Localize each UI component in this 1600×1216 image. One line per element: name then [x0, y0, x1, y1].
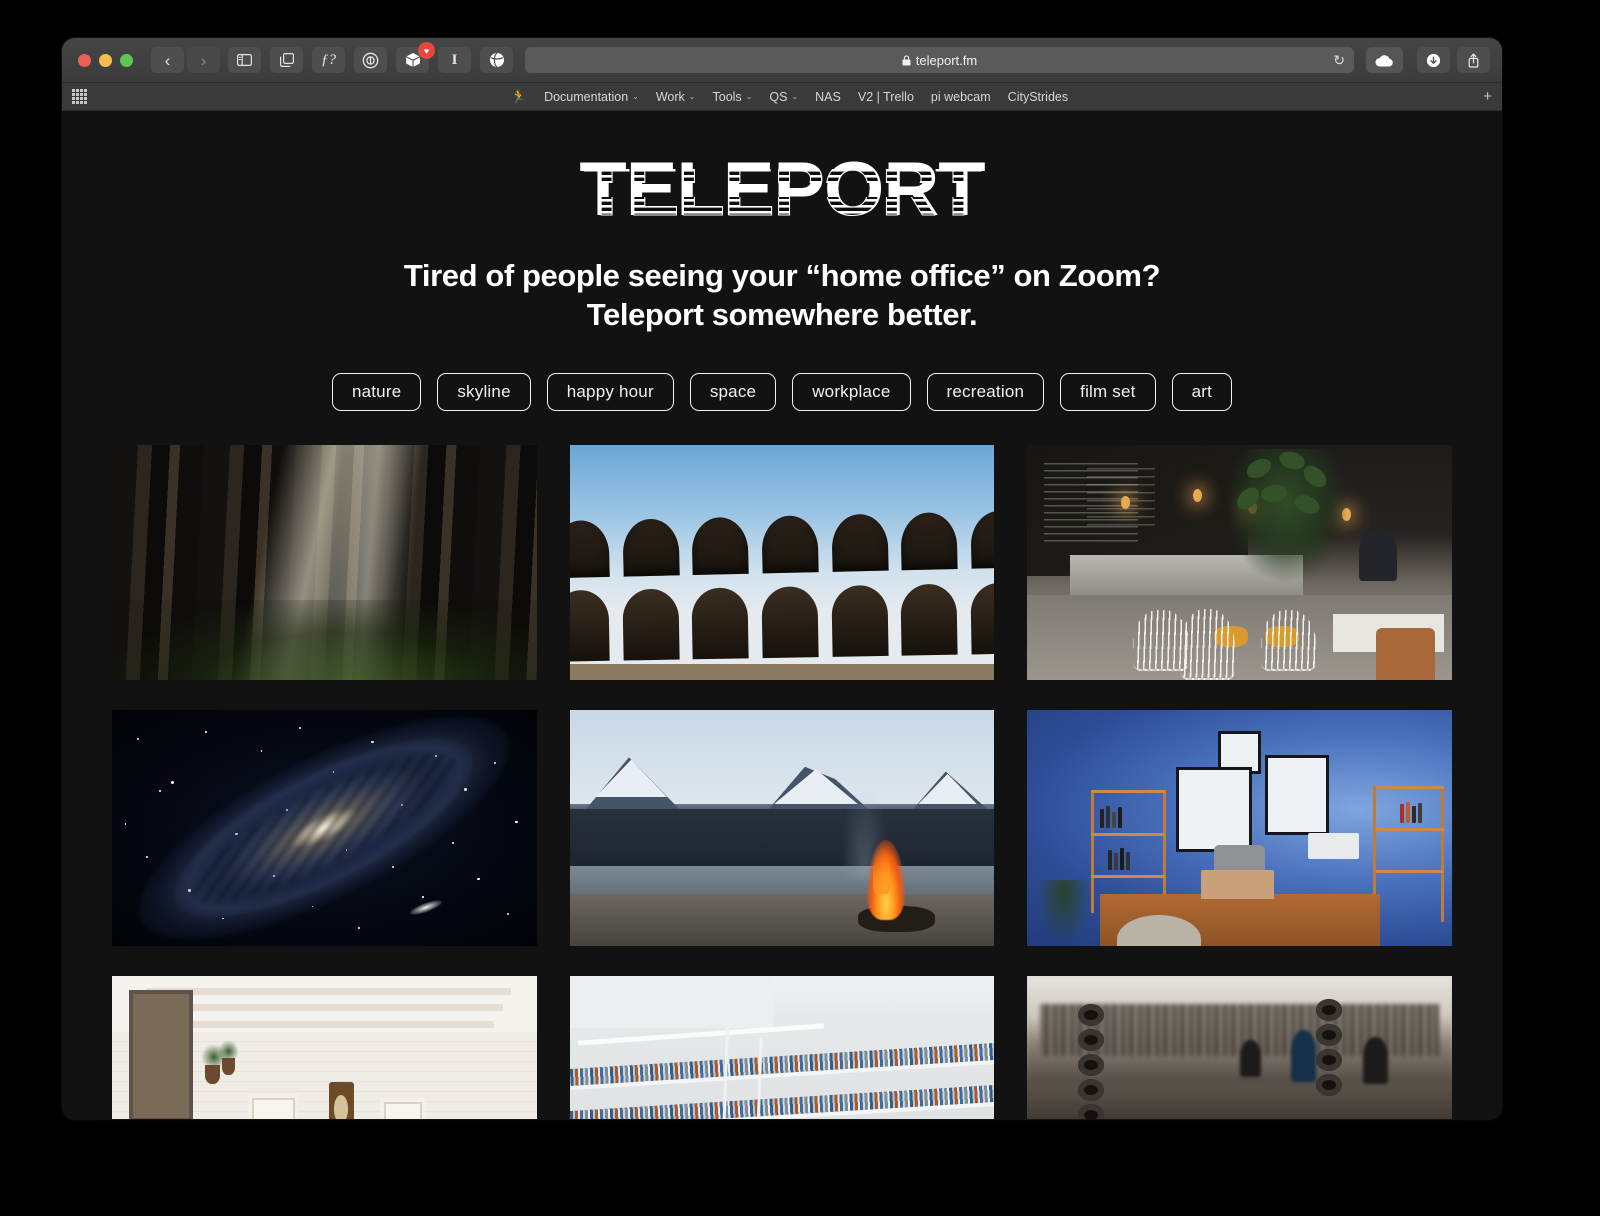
chevron-down-icon: ⌄: [745, 92, 753, 101]
category-filter-bar: nature skyline happy hour space workplac…: [62, 372, 1502, 411]
address-bar[interactable]: teleport.fm ↻: [525, 47, 1354, 73]
background-gallery-grid: CLASSICAL CLASSICAL CLASSICAL CLASSICAL …: [62, 444, 1502, 1119]
gallery-tile-andromeda-galaxy[interactable]: [112, 710, 537, 946]
white-loft-image: [112, 975, 537, 1119]
teleport-page: TELEPORT TELEPORT TELEPORT Tired of peop…: [62, 111, 1502, 1119]
bookmark-label: CityStrides: [1007, 89, 1069, 104]
category-pill-happy-hour[interactable]: happy hour: [546, 372, 674, 411]
notification-badge: ♥: [418, 42, 435, 59]
instapaper-button[interactable]: I: [438, 47, 471, 73]
campfire-image: [569, 710, 995, 946]
download-icon: [1426, 53, 1441, 67]
reload-icon[interactable]: ↻: [1333, 52, 1345, 69]
gallery-tile-coffee-shop-interior[interactable]: [1027, 444, 1452, 681]
new-tab-button[interactable]: +: [1483, 88, 1492, 105]
cloud-icon: [1375, 54, 1393, 66]
library-image: [569, 975, 995, 1119]
redwood-forest-image: [112, 444, 537, 681]
back-button[interactable]: ‹: [151, 47, 184, 73]
reader-globe-button[interactable]: [480, 47, 513, 73]
category-pill-space[interactable]: space: [689, 372, 777, 411]
teleport-wordmark-icon: TELEPORT TELEPORT TELEPORT: [579, 148, 986, 227]
gallery-tile-white-loft-living-room[interactable]: [112, 975, 537, 1119]
font-question-icon: ƒ?: [321, 51, 336, 68]
gallery-tile-blue-home-office[interactable]: [1027, 710, 1452, 946]
maximize-window-button[interactable]: [120, 53, 133, 67]
gallery-tile-colosseum-rome[interactable]: [569, 444, 995, 681]
tagline-line-2: Teleport somewhere better.: [586, 296, 978, 332]
andromeda-galaxy-image: [112, 710, 537, 946]
bookmark-label: Tools: [712, 89, 742, 104]
bookmark-item-work[interactable]: Work ⌄: [656, 90, 696, 104]
gallery-tile-redwood-forest-sunbeams[interactable]: [112, 444, 537, 681]
colosseum-image: [569, 444, 995, 681]
gallery-tile-record-store[interactable]: CLASSICAL CLASSICAL CLASSICAL CLASSICAL …: [1027, 975, 1452, 1119]
bookmark-label: V2 | Trello: [857, 89, 914, 104]
forward-button[interactable]: ›: [187, 47, 220, 73]
url-label: teleport.fm: [915, 52, 978, 68]
chevron-down-icon: ⌄: [632, 92, 639, 101]
category-pill-skyline[interactable]: skyline: [437, 372, 531, 411]
bookmark-item-tools[interactable]: Tools ⌄: [713, 90, 753, 104]
navigation-buttons: ‹ ›: [151, 47, 220, 73]
category-pill-workplace[interactable]: workplace: [792, 372, 911, 411]
category-pill-art[interactable]: art: [1171, 372, 1233, 411]
bookmark-item-qs[interactable]: QS ⌄: [769, 90, 798, 104]
window-controls: [78, 53, 133, 67]
category-pill-nature[interactable]: nature: [331, 372, 422, 411]
url-text-group: teleport.fm: [902, 53, 977, 68]
safari-browser-window: ‹ › ƒ? ♥ I teleport.fm ↻ 🏃 Documentation…: [62, 38, 1502, 1120]
onepassword-icon: [362, 52, 379, 68]
chevron-down-icon: ⌄: [791, 92, 799, 101]
chevron-right-icon: ›: [200, 50, 207, 70]
category-pill-recreation[interactable]: recreation: [926, 372, 1045, 411]
category-pill-film-set[interactable]: film set: [1060, 372, 1156, 411]
tab-overview-button[interactable]: [270, 47, 303, 73]
runner-icon: 🏃: [510, 88, 528, 104]
chevron-down-icon: ⌄: [688, 92, 696, 101]
downloads-button[interactable]: [1417, 47, 1450, 73]
bookmark-label: pi webcam: [930, 89, 991, 104]
instapaper-icon: I: [451, 51, 458, 68]
extension-buttons: ƒ? ♥ I: [228, 42, 513, 73]
share-icon: [1468, 52, 1479, 68]
bookmark-item-runner[interactable]: 🏃: [511, 89, 527, 105]
bookmark-item-nas[interactable]: NAS: [815, 90, 841, 104]
bookmark-label: QS: [769, 89, 788, 104]
bookmark-label: Documentation: [544, 89, 629, 104]
blue-home-office-image: [1027, 710, 1452, 946]
onepassword-button[interactable]: [354, 47, 387, 73]
site-logo: TELEPORT TELEPORT TELEPORT: [62, 145, 1502, 227]
bookmark-label: Work: [655, 89, 685, 104]
bookmark-item-citystrides[interactable]: CityStrides: [1008, 90, 1068, 104]
browser-toolbar: ‹ › ƒ? ♥ I teleport.fm ↻: [62, 38, 1502, 83]
lock-icon: [902, 54, 911, 65]
record-store-image: CLASSICAL CLASSICAL CLASSICAL CLASSICAL …: [1027, 975, 1452, 1119]
gallery-tile-mountain-campfire[interactable]: [569, 710, 995, 946]
bookmark-item-pi-webcam[interactable]: pi webcam: [931, 90, 991, 104]
icloud-tabs-button[interactable]: [1366, 47, 1403, 73]
font-helper-button[interactable]: ƒ?: [312, 47, 345, 73]
toolbar-right-buttons: [1417, 47, 1490, 73]
bookmark-item-documentation[interactable]: Documentation ⌄: [544, 90, 639, 104]
tagline-line-1: Tired of people seeing your “home office…: [403, 258, 1161, 293]
globe-icon: [489, 52, 504, 68]
page-tagline: Tired of people seeing your “home office…: [62, 257, 1502, 335]
bookmark-label: NAS: [815, 89, 841, 104]
sidebar-toggle-button[interactable]: [228, 47, 261, 73]
gallery-tile-library-bookshelves[interactable]: [569, 975, 995, 1119]
package-tracker-button[interactable]: ♥: [396, 42, 435, 73]
share-button[interactable]: [1457, 47, 1490, 73]
favorites-grid-icon[interactable]: [72, 89, 87, 104]
chevron-left-icon: ‹: [164, 50, 171, 70]
tab-overview-icon: [279, 53, 294, 67]
minimize-window-button[interactable]: [99, 53, 112, 67]
bookmark-item-v2-trello[interactable]: V2 | Trello: [858, 90, 914, 104]
bookmark-items: 🏃 Documentation ⌄ Work ⌄ Tools ⌄ QS ⌄ NA…: [511, 89, 1068, 105]
desktop-backdrop: ‹ › ƒ? ♥ I teleport.fm ↻ 🏃 Documentation…: [0, 0, 1600, 1216]
coffee-shop-image: [1027, 444, 1452, 681]
sidebar-icon: [237, 54, 252, 66]
close-window-button[interactable]: [78, 53, 91, 67]
bookmarks-bar: 🏃 Documentation ⌄ Work ⌄ Tools ⌄ QS ⌄ NA…: [62, 83, 1502, 111]
